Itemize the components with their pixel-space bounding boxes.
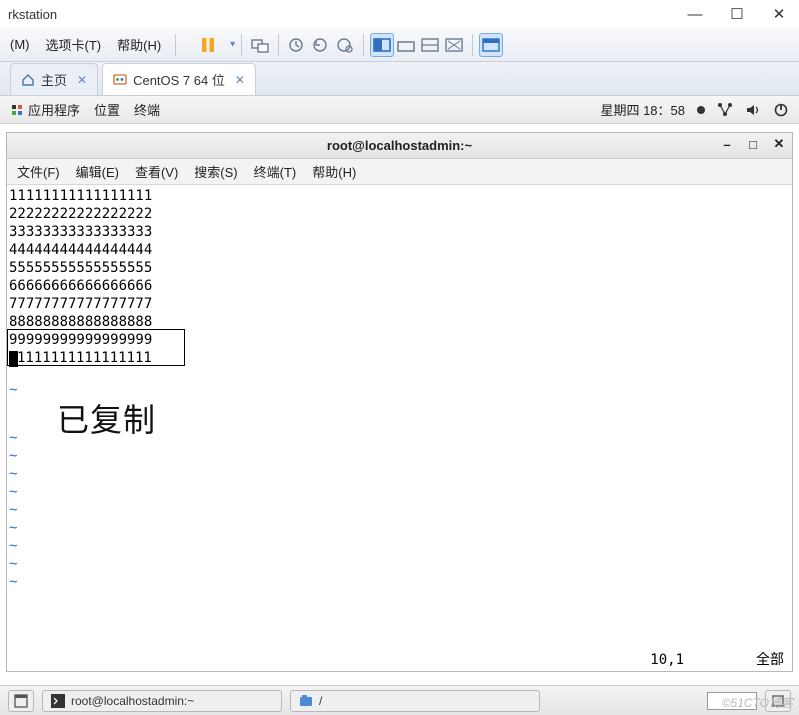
separator — [278, 34, 279, 56]
minimize-button[interactable]: — — [687, 6, 703, 22]
separator — [363, 34, 364, 56]
term-line: 44444444444444444 — [9, 241, 786, 259]
tab-close-icon[interactable]: ✕ — [77, 73, 87, 87]
vim-tilde: ~ — [9, 519, 786, 537]
term-line: 33333333333333333 — [9, 223, 786, 241]
term-line: 77777777777777777 — [9, 295, 786, 313]
home-icon — [21, 73, 35, 87]
files-icon — [299, 694, 313, 708]
menu-help[interactable]: 帮助(H) — [109, 35, 169, 54]
gnome-taskbar: root@localhostadmin:~ / — [0, 685, 799, 715]
term-line: 88888888888888888 — [9, 313, 786, 331]
snapshot-manager-icon[interactable] — [333, 33, 357, 57]
terminal-titlebar[interactable]: root@localhostadmin:~ – □ ✕ — [7, 133, 792, 159]
term-line: 99999999999999999 — [9, 331, 786, 349]
term-line: 1111111111111111 — [9, 349, 786, 367]
separator — [241, 34, 242, 56]
gnome-top-bar: 应用程序 位置 终端 星期四 18：58 — [0, 96, 799, 124]
tab-home[interactable]: 主页 ✕ — [10, 63, 98, 95]
recording-indicator-icon — [697, 106, 705, 114]
send-ctrl-alt-del-icon[interactable] — [248, 33, 272, 57]
gnome-places-menu[interactable]: 位置 — [94, 100, 120, 119]
vim-tilde: ~ — [9, 501, 786, 519]
taskbar-item-terminal[interactable]: root@localhostadmin:~ — [42, 690, 282, 712]
close-button[interactable]: ✕ — [771, 6, 787, 22]
show-desktop-button[interactable] — [8, 690, 34, 712]
annotation-copied: 已复制 — [57, 411, 786, 429]
power-icon[interactable] — [773, 102, 789, 118]
terminal-close-button[interactable]: ✕ — [772, 137, 786, 151]
vim-statusline: 10,1 全部 — [15, 651, 784, 669]
tab-vm[interactable]: CentOS 7 64 位 ✕ — [102, 63, 256, 95]
maximize-button[interactable]: ☐ — [729, 6, 745, 22]
window-controls: — ☐ ✕ — [687, 6, 793, 22]
view-library-icon[interactable] — [479, 33, 503, 57]
terminal-minimize-button[interactable]: – — [720, 137, 734, 151]
terminal-window: root@localhostadmin:~ – □ ✕ 文件(F) 编辑(E) … — [6, 132, 793, 672]
vim-tilde: ~ — [9, 555, 786, 573]
terminal-maximize-button[interactable]: □ — [746, 137, 760, 151]
term-menu-search[interactable]: 搜索(S) — [194, 162, 237, 181]
terminal-menubar: 文件(F) 编辑(E) 查看(V) 搜索(S) 终端(T) 帮助(H) — [7, 159, 792, 185]
separator — [175, 34, 176, 56]
taskbar-item-files[interactable]: / — [290, 690, 540, 712]
vim-scope: 全部 — [756, 651, 784, 669]
pause-dropdown[interactable]: ▾ — [230, 39, 235, 50]
tab-close-icon[interactable]: ✕ — [235, 73, 245, 87]
term-menu-edit[interactable]: 编辑(E) — [76, 162, 119, 181]
volume-icon[interactable] — [745, 102, 761, 118]
taskbar-item-label: root@localhostadmin:~ — [71, 694, 194, 708]
snapshot-take-icon[interactable] — [285, 33, 309, 57]
input-method-indicator[interactable] — [707, 692, 757, 710]
gnome-apps-menu[interactable]: 应用程序 — [10, 100, 80, 119]
term-menu-file[interactable]: 文件(F) — [17, 162, 60, 181]
snapshot-revert-icon[interactable] — [309, 33, 333, 57]
tabs-bar: 主页 ✕ CentOS 7 64 位 ✕ — [0, 62, 799, 96]
menu-tabs[interactable]: 选项卡(T) — [38, 35, 110, 54]
term-menu-help[interactable]: 帮助(H) — [312, 162, 356, 181]
vm-icon — [113, 73, 127, 87]
view-stretch-icon[interactable] — [442, 33, 466, 57]
tab-home-label: 主页 — [41, 70, 67, 89]
separator — [472, 34, 473, 56]
term-line: 66666666666666666 — [9, 277, 786, 295]
vim-tilde: ~ — [9, 465, 786, 483]
pause-button[interactable] — [196, 33, 220, 57]
vim-tilde: ~ — [9, 573, 786, 591]
vim-tilde: ~ — [9, 381, 786, 399]
view-unity-icon[interactable] — [394, 33, 418, 57]
menubar: (M) 选项卡(T) 帮助(H) ▾ — [0, 28, 799, 62]
view-console-icon[interactable] — [418, 33, 442, 57]
gnome-apps-label: 应用程序 — [28, 100, 80, 119]
gnome-clock[interactable]: 星期四 18：58 — [600, 100, 685, 119]
term-line: 11111111111111111 — [9, 187, 786, 205]
vim-cursor-pos: 10,1 — [650, 651, 684, 669]
term-menu-terminal[interactable]: 终端(T) — [254, 162, 297, 181]
network-icon[interactable] — [717, 102, 733, 118]
terminal-title: root@localhostadmin:~ — [327, 138, 472, 153]
vim-tilde: ~ — [9, 447, 786, 465]
term-line: 55555555555555555 — [9, 259, 786, 277]
term-line: 22222222222222222 — [9, 205, 786, 223]
app-title: rkstation — [6, 7, 57, 22]
gnome-terminal-menu[interactable]: 终端 — [134, 100, 160, 119]
terminal-icon — [51, 694, 65, 708]
vim-tilde: ~ — [9, 483, 786, 501]
tray-overflow-button[interactable] — [765, 690, 791, 712]
vim-tilde: ~ — [9, 537, 786, 555]
view-fullscreen-icon[interactable] — [370, 33, 394, 57]
tab-vm-label: CentOS 7 64 位 — [133, 70, 225, 89]
terminal-body[interactable]: 11111111111111111 22222222222222222 3333… — [7, 185, 792, 671]
menu-m[interactable]: (M) — [2, 37, 38, 52]
term-menu-view[interactable]: 查看(V) — [135, 162, 178, 181]
taskbar-item-label: / — [319, 694, 322, 708]
